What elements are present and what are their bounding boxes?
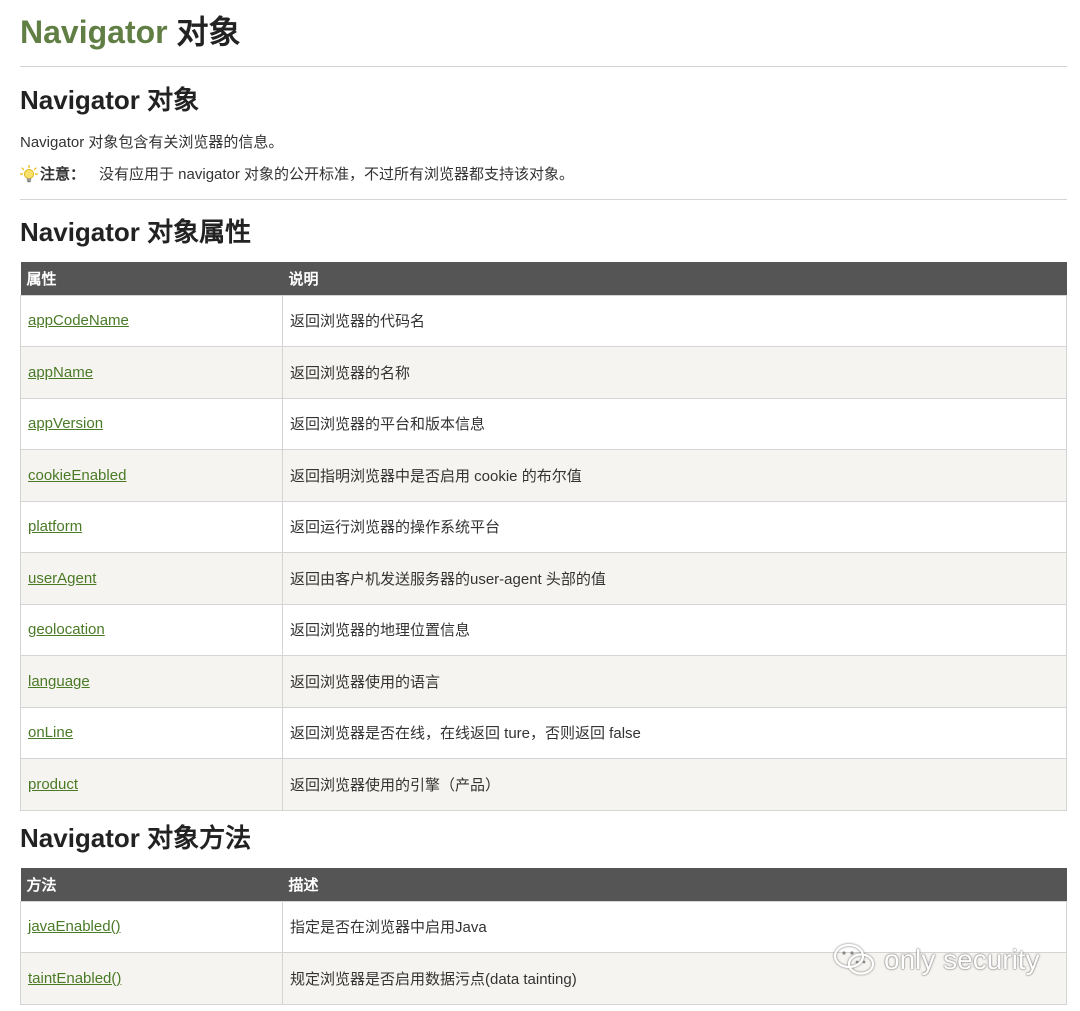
section-heading-object: Navigator 对象 (20, 85, 200, 115)
description-cell: 返回浏览器的名称 (282, 346, 1067, 399)
table-row: userAgent 返回由客户机发送服务器的user-agent 头部的值 (20, 552, 1067, 605)
wechat-icon (833, 943, 875, 975)
table-row: geolocation 返回浏览器的地理位置信息 (20, 603, 1067, 656)
table-row: cookieEnabled 返回指明浏览器中是否启用 cookie 的布尔值 (20, 449, 1067, 502)
description-cell: 返回浏览器是否在线，在线返回 ture，否则返回 false (282, 706, 1067, 759)
note-text: 没有应用于 navigator 对象的公开标准，不过所有浏览器都支持该对象。 (99, 166, 575, 183)
property-link-language[interactable]: language (28, 673, 90, 690)
column-header-description: 说明 (282, 262, 1067, 295)
description-cell: 返回浏览器使用的语言 (282, 655, 1067, 708)
description-cell: 返回浏览器的代码名 (282, 294, 1067, 347)
method-link-javaenabled[interactable]: javaEnabled() (28, 918, 121, 935)
watermark: only security (832, 942, 1040, 978)
property-cell: userAgent (20, 552, 283, 605)
section-heading-methods: Navigator 对象方法 (20, 823, 252, 853)
table-header-row: 方法 描述 (20, 868, 1067, 901)
property-cell: language (20, 655, 283, 708)
description-cell: 返回指明浏览器中是否启用 cookie 的布尔值 (282, 449, 1067, 502)
property-cell: appVersion (20, 397, 283, 450)
page-title: Navigator 对象 (20, 12, 241, 52)
divider (20, 199, 1067, 200)
table-row: language 返回浏览器使用的语言 (20, 655, 1067, 708)
property-link-useragent[interactable]: userAgent (28, 570, 96, 587)
property-link-appcodename[interactable]: appCodeName (28, 312, 129, 329)
property-cell: cookieEnabled (20, 449, 283, 502)
property-cell: product (20, 758, 283, 811)
property-link-geolocation[interactable]: geolocation (28, 621, 105, 638)
table-row: platform 返回运行浏览器的操作系统平台 (20, 500, 1067, 553)
page-title-green: Navigator (20, 14, 168, 50)
page-title-dark: 对象 (176, 14, 241, 50)
description-cell: 返回浏览器使用的引擎（产品） (282, 758, 1067, 811)
property-cell: appCodeName (20, 294, 283, 347)
method-link-taintenabled[interactable]: taintEnabled() (28, 970, 121, 987)
property-cell: platform (20, 500, 283, 553)
lightbulb-icon (19, 164, 39, 185)
table-row: onLine 返回浏览器是否在线，在线返回 ture，否则返回 false (20, 706, 1067, 759)
divider (20, 66, 1067, 67)
property-link-product[interactable]: product (28, 776, 78, 793)
note: 注意： 没有应用于 navigator 对象的公开标准，不过所有浏览器都支持该对… (19, 164, 575, 186)
methods-table: 方法 描述 javaEnabled() 指定是否在浏览器中启用Java tain… (20, 868, 1067, 1005)
property-link-online[interactable]: onLine (28, 724, 73, 741)
table-row: appVersion 返回浏览器的平台和版本信息 (20, 397, 1067, 450)
property-link-appname[interactable]: appName (28, 364, 93, 381)
property-cell: appName (20, 346, 283, 399)
property-cell: onLine (20, 706, 283, 759)
section-heading-properties: Navigator 对象属性 (20, 217, 252, 247)
method-cell: javaEnabled() (20, 900, 283, 953)
column-header-property: 属性 (20, 262, 283, 295)
table-row: appName 返回浏览器的名称 (20, 346, 1067, 399)
note-label: 注意： (40, 166, 86, 183)
intro-text: Navigator 对象包含有关浏览器的信息。 (20, 134, 284, 151)
property-cell: geolocation (20, 603, 283, 656)
property-link-appversion[interactable]: appVersion (28, 415, 103, 432)
method-cell: taintEnabled() (20, 952, 283, 1005)
description-cell: 返回由客户机发送服务器的user-agent 头部的值 (282, 552, 1067, 605)
table-row: product 返回浏览器使用的引擎（产品） (20, 758, 1067, 811)
table-row: appCodeName 返回浏览器的代码名 (20, 294, 1067, 347)
watermark-text: only security (884, 944, 1040, 975)
column-header-description: 描述 (282, 868, 1067, 901)
table-header-row: 属性 说明 (20, 262, 1067, 295)
property-link-platform[interactable]: platform (28, 518, 82, 535)
property-link-cookieenabled[interactable]: cookieEnabled (28, 467, 126, 484)
column-header-method: 方法 (20, 868, 283, 901)
description-cell: 返回浏览器的平台和版本信息 (282, 397, 1067, 450)
description-cell: 返回运行浏览器的操作系统平台 (282, 500, 1067, 553)
properties-table: 属性 说明 appCodeName 返回浏览器的代码名 appName 返回浏览… (20, 262, 1067, 811)
description-cell: 返回浏览器的地理位置信息 (282, 603, 1067, 656)
